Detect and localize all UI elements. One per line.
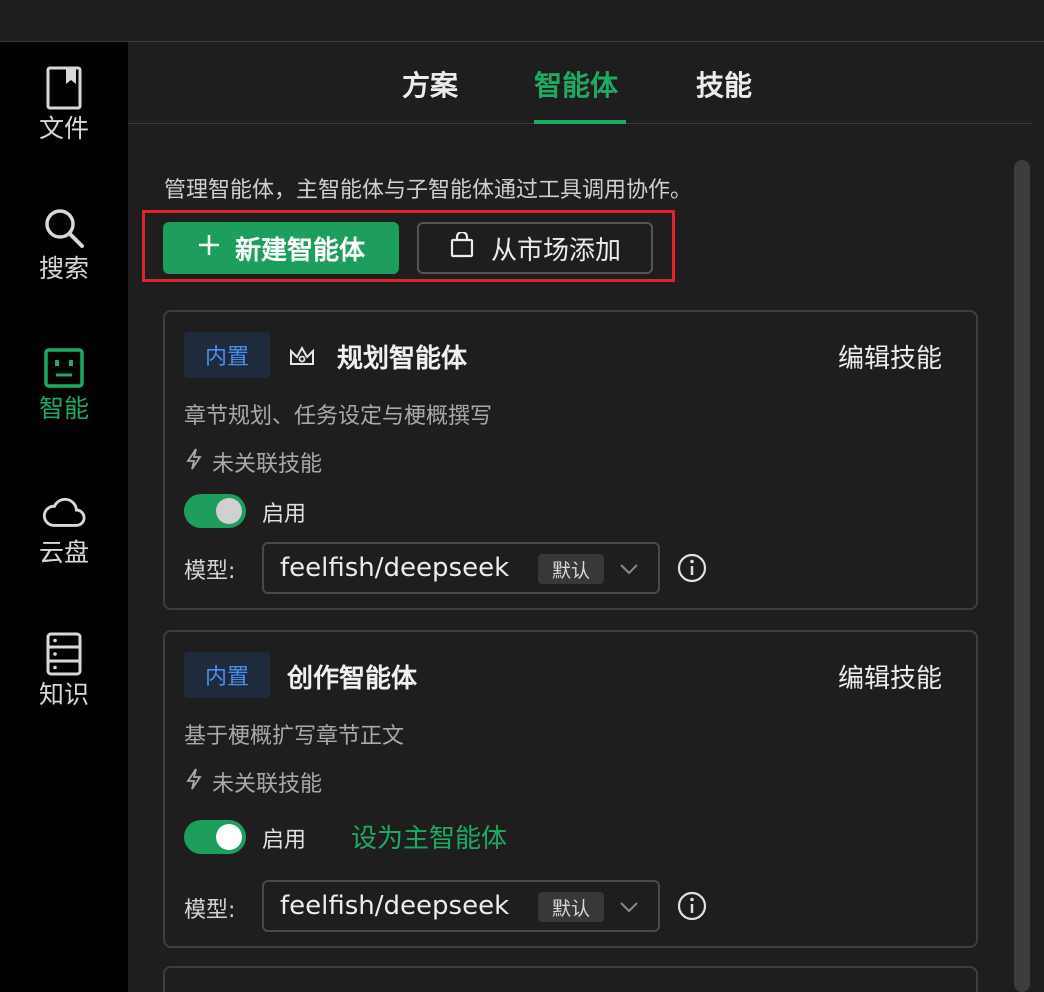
plus-icon (197, 233, 221, 264)
new-agent-button[interactable]: 新建智能体 (163, 222, 399, 274)
sidebar-item-search[interactable]: 搜索 (0, 204, 128, 304)
sidebar-item-label: 云盘 (38, 538, 89, 567)
builtin-badge: 内置 (184, 332, 270, 378)
model-label: 模型: (184, 898, 236, 923)
crown-icon (290, 345, 314, 365)
agent-description: 章节规划、任务设定与梗概撰写 (184, 404, 493, 429)
builtin-badge: 内置 (184, 652, 270, 698)
agent-skills: 未关联技能 (184, 446, 322, 478)
sidebar-item-knowledge[interactable]: 知识 (0, 630, 128, 730)
new-agent-label: 新建智能体 (234, 235, 365, 266)
sidebar-item-label: 搜索 (38, 254, 89, 283)
enable-toggle[interactable] (184, 820, 246, 854)
enable-toggle[interactable] (184, 494, 246, 528)
tab-agents[interactable]: 智能体 (534, 66, 618, 106)
active-tab-indicator (534, 120, 626, 124)
sidebar-item-agents[interactable]: 智能 (0, 344, 128, 444)
chevron-down-icon (620, 564, 638, 575)
add-from-market-button[interactable]: 从市场添加 (417, 222, 653, 274)
toggle-knob (216, 824, 242, 850)
agent-card (163, 966, 978, 992)
toggle-knob (216, 498, 242, 524)
agent-card: 内置 创作智能体 编辑技能 基于梗概扩写章节正文 未关联技能 启用 设为主智能体… (163, 630, 978, 948)
edit-skills-button[interactable]: 编辑技能 (838, 658, 942, 695)
sidebar-item-files[interactable]: 文件 (0, 64, 128, 164)
default-tag: 默认 (538, 554, 604, 584)
model-select[interactable]: feelfish/deepseek 默认 (262, 880, 660, 932)
sidebar: 文件 搜索 智能 云盘 知识 (0, 42, 128, 992)
enable-label: 启用 (262, 502, 307, 527)
lightning-icon (184, 447, 204, 477)
tab-plans[interactable]: 方案 (402, 66, 458, 106)
model-value: feelfish/deepseek (280, 891, 510, 921)
sidebar-item-cloud[interactable]: 云盘 (0, 488, 128, 588)
sidebar-item-label: 文件 (38, 114, 89, 143)
robot-face-icon (42, 344, 86, 392)
tab-skills[interactable]: 技能 (696, 66, 752, 106)
default-tag: 默认 (538, 892, 604, 922)
top-bar (0, 0, 1044, 42)
agent-title: 创作智能体 (287, 664, 418, 694)
search-icon (42, 204, 86, 252)
model-value: feelfish/deepseek (280, 553, 510, 583)
info-icon[interactable] (676, 552, 708, 584)
main-panel: 方案 智能体 技能 管理智能体，主智能体与子智能体通过工具调用协作。 新建智能体… (128, 42, 1044, 992)
bookmark-document-icon (42, 64, 86, 112)
info-icon[interactable] (676, 890, 708, 922)
cloud-icon (42, 488, 86, 536)
model-select[interactable]: feelfish/deepseek 默认 (262, 542, 660, 594)
skills-status: 未关联技能 (212, 452, 323, 477)
chevron-down-icon (620, 902, 638, 913)
agent-skills: 未关联技能 (184, 766, 322, 798)
edit-skills-button[interactable]: 编辑技能 (838, 338, 942, 375)
model-label: 模型: (184, 559, 236, 584)
database-icon (42, 630, 86, 678)
add-from-market-label: 从市场添加 (490, 235, 621, 266)
skills-status: 未关联技能 (212, 772, 323, 797)
agent-description: 基于梗概扩写章节正文 (184, 724, 405, 749)
lightning-icon (184, 767, 204, 797)
shopping-bag-icon (449, 230, 475, 265)
scrollbar-thumb[interactable] (1014, 160, 1030, 992)
enable-label: 启用 (262, 828, 307, 853)
page-description: 管理智能体，主智能体与子智能体通过工具调用协作。 (164, 178, 693, 203)
agent-title: 规划智能体 (337, 344, 468, 374)
agent-card: 内置 规划智能体 编辑技能 章节规划、任务设定与梗概撰写 未关联技能 启用 模型… (163, 310, 978, 610)
sidebar-item-label: 智能 (38, 394, 89, 423)
set-main-agent-button[interactable]: 设为主智能体 (351, 818, 507, 855)
sidebar-item-label: 知识 (38, 680, 89, 709)
tab-bar: 方案 智能体 技能 (128, 42, 1032, 124)
